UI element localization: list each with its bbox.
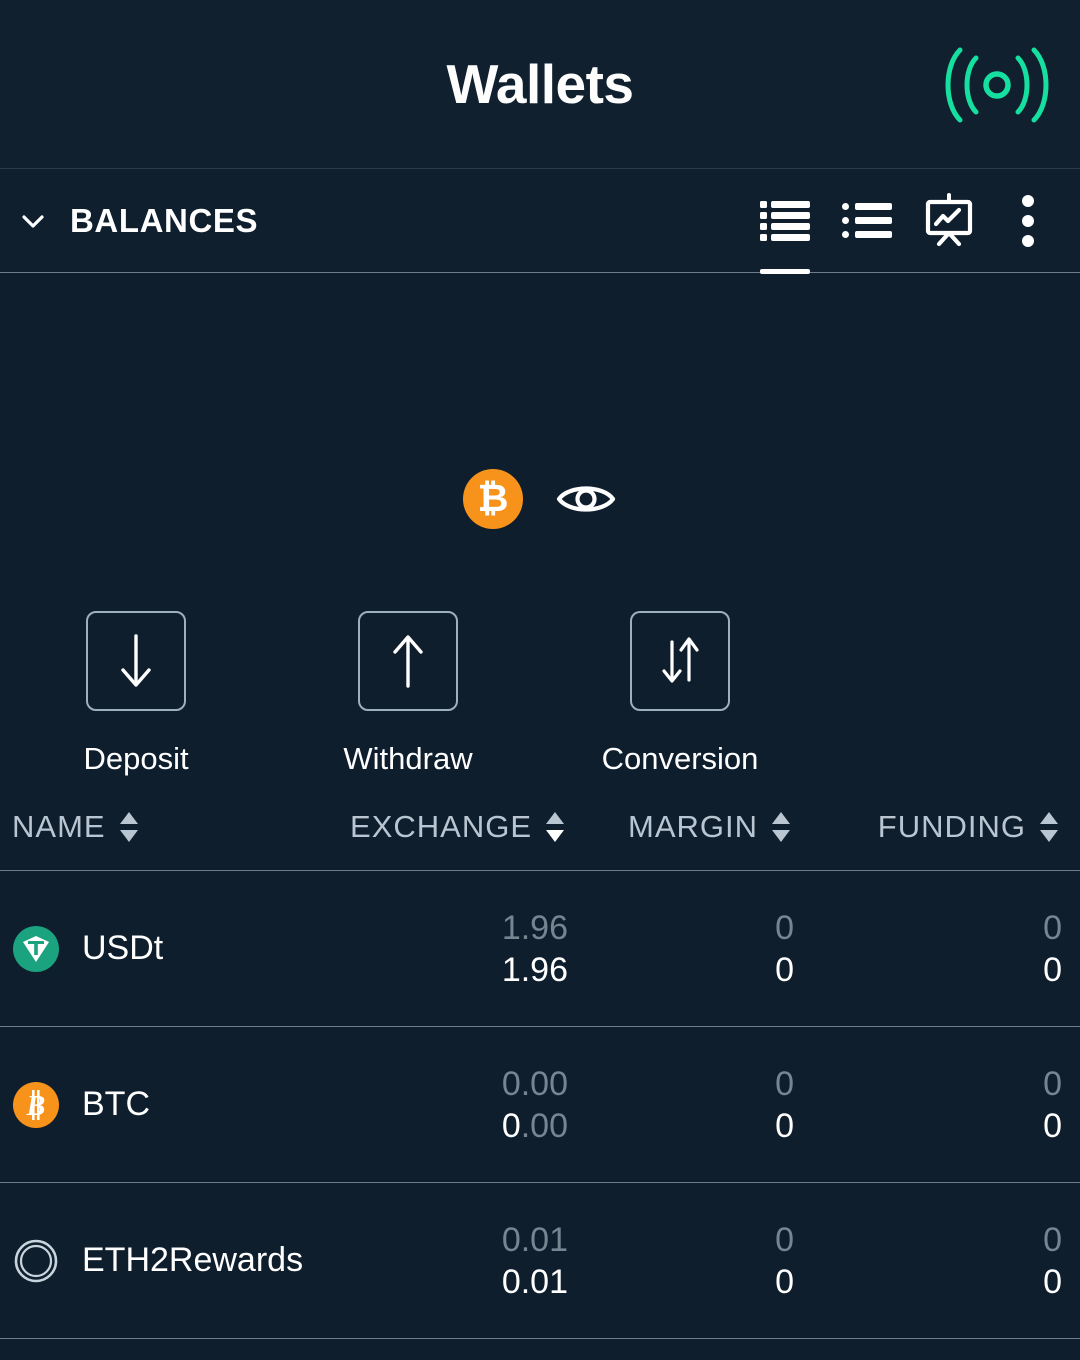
conversion-button[interactable]: Conversion: [602, 611, 758, 777]
asset-cell: USDt: [12, 925, 312, 973]
balance-summary: ₿ Deposit Withdraw Conversion: [0, 273, 1080, 783]
withdraw-button[interactable]: Withdraw: [343, 611, 473, 777]
cell-margin: 0 0: [568, 1067, 794, 1143]
arrow-down-icon: [86, 611, 186, 711]
value-integer: 0: [501, 1106, 521, 1145]
bitcoin-icon: B: [12, 1081, 60, 1129]
conversion-label: Conversion: [601, 741, 759, 776]
deposit-label: Deposit: [83, 741, 189, 776]
value-primary: 0: [1043, 950, 1062, 989]
sort-icon: [546, 811, 564, 842]
list-dense-icon[interactable]: [744, 168, 826, 274]
cell-funding: 0 0: [794, 1223, 1062, 1299]
sort-icon: [1040, 811, 1058, 842]
value-secondary: 0.01: [501, 1220, 568, 1259]
withdraw-label: Withdraw: [343, 741, 473, 776]
value-primary: 0.00: [502, 1109, 568, 1143]
cell-funding: 0 0: [794, 1067, 1062, 1143]
value-primary: 0: [1043, 1106, 1062, 1145]
asset-name: ETH2Rewards: [82, 1241, 304, 1280]
eth2-icon: [12, 1237, 60, 1285]
svg-text:B: B: [26, 1091, 46, 1122]
balances-table: NAME EXCHANGE MARGIN FUNDING USDt 1.96 1…: [0, 783, 1080, 1339]
more-vertical-icon[interactable]: [990, 168, 1066, 273]
table-row[interactable]: ETH2Rewards 0.01 0.01 0 0 0 0: [0, 1183, 1080, 1339]
deposit-button[interactable]: Deposit: [83, 611, 189, 777]
tether-icon: [12, 925, 60, 973]
balances-label: BALANCES: [70, 201, 259, 239]
cell-exchange: 0.01 0.01: [312, 1223, 568, 1299]
wallets-screen: Wallets BALANCES ₿ Deposit Withdraw Conv…: [0, 0, 1080, 1360]
column-label-name: NAME: [12, 808, 106, 844]
asset-cell: ETH2Rewards: [12, 1237, 312, 1285]
list-bullet-icon[interactable]: [826, 168, 908, 273]
balances-toolbar: BALANCES: [0, 168, 1080, 274]
value-primary: 0: [775, 950, 794, 989]
value-decimals: .00: [520, 1106, 568, 1145]
cell-exchange: 1.96 1.96: [312, 911, 568, 987]
sort-icon: [772, 811, 790, 842]
app-header: Wallets: [0, 0, 1080, 168]
value-secondary: 0: [775, 908, 794, 947]
wallet-actions: Deposit Withdraw Conversion: [0, 611, 1080, 777]
cell-margin: 0 0: [568, 1223, 794, 1299]
value-secondary: 0.00: [501, 1064, 568, 1103]
cell-margin: 0 0: [568, 911, 794, 987]
value-secondary: 0: [775, 1064, 794, 1103]
asset-name: USDt: [82, 929, 164, 968]
cell-exchange: 0.00 0.00: [312, 1067, 568, 1143]
value-primary: 1.96: [501, 950, 568, 989]
value-secondary: 0: [1043, 1220, 1062, 1259]
broadcast-signal-icon[interactable]: [942, 44, 1052, 126]
currency-selector-row: ₿: [0, 273, 1080, 529]
asset-name: BTC: [82, 1085, 150, 1124]
column-label-margin: MARGIN: [628, 808, 758, 844]
value-secondary: 1.96: [501, 908, 568, 947]
chevron-down-icon: [18, 206, 48, 236]
toolbar-icon-group: [744, 168, 1080, 274]
column-header-margin[interactable]: MARGIN: [568, 809, 794, 845]
eye-icon[interactable]: [555, 477, 617, 521]
column-label-funding: FUNDING: [877, 808, 1026, 844]
table-header-row: NAME EXCHANGE MARGIN FUNDING: [0, 783, 1080, 871]
value-secondary: 0: [1043, 908, 1062, 947]
asset-cell: B BTC: [12, 1081, 312, 1129]
column-header-exchange[interactable]: EXCHANGE: [312, 809, 568, 845]
value-primary: 0: [775, 1262, 794, 1301]
bitcoin-icon[interactable]: ₿: [463, 469, 523, 529]
presentation-chart-icon[interactable]: [908, 168, 990, 273]
sort-icon: [119, 811, 138, 842]
column-header-name[interactable]: NAME: [12, 809, 312, 845]
value-primary: 0: [775, 1106, 794, 1145]
value-secondary: 0: [775, 1220, 794, 1259]
column-label-exchange: EXCHANGE: [350, 808, 532, 844]
value-secondary: 0: [1043, 1064, 1062, 1103]
arrow-up-icon: [358, 611, 458, 711]
table-row[interactable]: USDt 1.96 1.96 0 0 0 0: [0, 871, 1080, 1027]
cell-funding: 0 0: [794, 911, 1062, 987]
arrows-up-down-icon: [630, 611, 730, 711]
value-primary: 0: [1043, 1262, 1062, 1301]
column-header-funding[interactable]: FUNDING: [794, 809, 1062, 845]
table-row[interactable]: B BTC 0.00 0.00 0 0 0 0: [0, 1027, 1080, 1183]
value-primary: 0.01: [501, 1262, 568, 1301]
page-title: Wallets: [446, 52, 634, 115]
balances-section-toggle[interactable]: BALANCES: [0, 202, 258, 240]
